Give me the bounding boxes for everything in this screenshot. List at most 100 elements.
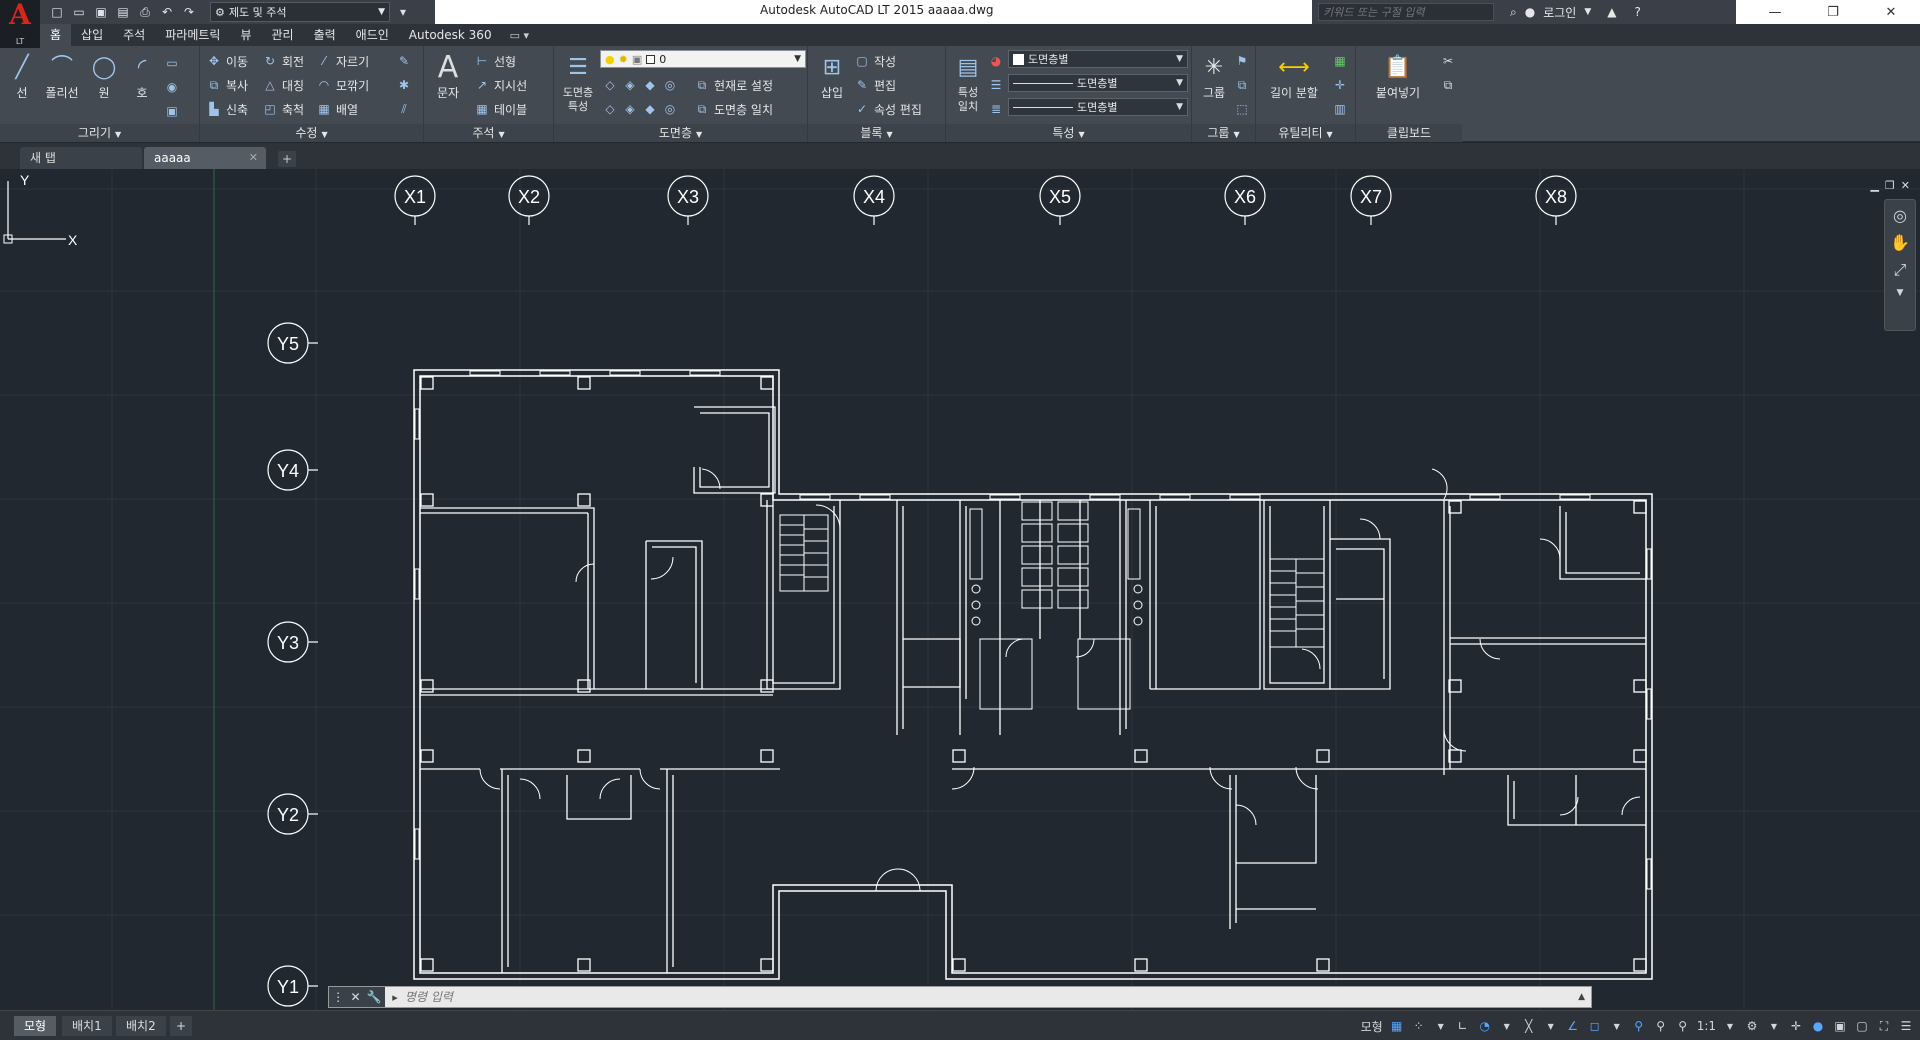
ungroup-icon[interactable]: ⚑: [1234, 50, 1250, 72]
tab-output[interactable]: 출력: [304, 24, 346, 46]
chevron-down-icon[interactable]: ▼: [1499, 1016, 1515, 1036]
layout-tab-layout1[interactable]: 배치1: [62, 1016, 112, 1036]
tab-addins[interactable]: 애드인: [346, 24, 399, 46]
workspace-dropdown[interactable]: ⚙ 제도 및 주석 ▼: [210, 2, 390, 22]
tab-view[interactable]: 뷰: [230, 24, 261, 46]
layout-tab-model[interactable]: 모형: [14, 1016, 57, 1036]
object-snap-tracking-icon[interactable]: ∠: [1565, 1016, 1581, 1036]
pan-icon[interactable]: ✋: [1890, 233, 1910, 252]
mirror-button[interactable]: △ 대칭: [262, 74, 304, 96]
calculator-icon[interactable]: ▥: [1332, 98, 1348, 120]
chevron-down-icon[interactable]: ▼: [1584, 7, 1591, 17]
edit-attribute-button[interactable]: ✓ 속성 편집: [854, 98, 922, 120]
layer-dropdown[interactable]: ● ✹ ▣ 0 ▼: [600, 50, 806, 68]
wrench-icon[interactable]: 🔧: [367, 990, 382, 1004]
layer-properties-button[interactable]: ☰ 도면층 특성: [556, 50, 600, 114]
erase-icon[interactable]: ✎: [396, 50, 412, 72]
fullscreen-icon[interactable]: ⛶: [1876, 1016, 1892, 1036]
match-properties-button[interactable]: ▤ 특성 일치: [948, 50, 988, 114]
chevron-down-icon[interactable]: ▼: [1897, 288, 1904, 298]
tab-annotate[interactable]: 주석: [113, 24, 155, 46]
layer-tools-row2[interactable]: ◇ ◈ ◆ ◎: [602, 98, 678, 120]
match-layer-button[interactable]: ⧉ 도면층 일치: [694, 98, 773, 120]
table-button[interactable]: ▦ 테이블: [474, 98, 527, 120]
ortho-icon[interactable]: ∟: [1455, 1016, 1471, 1036]
application-menu-button[interactable]: A LT: [0, 0, 40, 48]
command-input[interactable]: [405, 988, 1573, 1006]
tab-home[interactable]: 홈: [40, 24, 72, 46]
print-icon[interactable]: ⎙: [136, 3, 154, 21]
group-edit-icon[interactable]: ⧉: [1234, 74, 1250, 96]
panel-title-groups[interactable]: 그룹 ▼: [1192, 124, 1255, 142]
chevron-down-icon[interactable]: ▼: [1766, 1016, 1782, 1036]
array-button[interactable]: ▦ 배열: [316, 98, 358, 120]
add-layout-button[interactable]: +: [170, 1016, 193, 1036]
chevron-up-icon[interactable]: ▲: [1572, 992, 1591, 1002]
workspace-gear-icon[interactable]: ⚙: [1744, 1016, 1760, 1036]
isolate-objects-icon[interactable]: ●: [1810, 1016, 1826, 1036]
panel-title-block[interactable]: 블록 ▼: [808, 124, 945, 142]
text-button[interactable]: A 문자: [428, 50, 468, 101]
qat-customize-icon[interactable]: ▾: [394, 3, 412, 21]
viewport-minimize-icon[interactable]: ▁: [1870, 179, 1878, 192]
close-icon[interactable]: ✕: [249, 147, 258, 169]
command-prompt-icon[interactable]: ▸: [385, 991, 405, 1004]
binoculars-icon[interactable]: ⌕: [1510, 5, 1517, 20]
save-icon[interactable]: ▣: [92, 3, 110, 21]
login-button[interactable]: 로그인: [1543, 4, 1576, 21]
linear-dimension-button[interactable]: ⊢ 선형: [474, 50, 516, 72]
group-select-icon[interactable]: ⬚: [1234, 98, 1250, 120]
rotate-button[interactable]: ↻ 회전: [262, 50, 304, 72]
help-icon[interactable]: ?: [1635, 5, 1641, 19]
close-icon[interactable]: ✕: [1862, 0, 1920, 24]
arc-button[interactable]: ◜ 호: [122, 50, 162, 101]
file-tab-aaaaa[interactable]: aaaaa ✕: [144, 147, 266, 169]
color-dropdown[interactable]: 도면층별 ▼: [1008, 50, 1188, 68]
annotation-monitor-icon[interactable]: ✛: [1788, 1016, 1804, 1036]
tab-insert[interactable]: 삽입: [71, 24, 113, 46]
paste-button[interactable]: 📋 붙여넣기: [1370, 50, 1426, 101]
viewport-restore-icon[interactable]: ❐: [1885, 179, 1895, 192]
leader-button[interactable]: ↗ 지시선: [474, 74, 527, 96]
panel-title-draw[interactable]: 그리기 ▼: [0, 124, 199, 142]
close-icon[interactable]: ✕: [350, 990, 360, 1004]
layer-tools-row1[interactable]: ◇ ◈ ◆ ◎: [602, 74, 678, 96]
offset-icon[interactable]: ⫽: [396, 98, 412, 120]
file-tab-new[interactable]: 새 탭: [20, 147, 142, 169]
chevron-down-icon[interactable]: ▼: [1609, 1016, 1625, 1036]
layout-tab-layout2[interactable]: 배치2: [116, 1016, 166, 1036]
fillet-button[interactable]: ◠ 모깎기: [316, 74, 369, 96]
minimize-icon[interactable]: —: [1746, 0, 1804, 24]
grid-icon[interactable]: ▦: [1389, 1016, 1405, 1036]
cut-icon[interactable]: ✂: [1440, 50, 1456, 72]
ribbon-options-icon[interactable]: ▭ ▾: [502, 29, 537, 42]
tab-manage[interactable]: 관리: [261, 24, 303, 46]
copy-clip-icon[interactable]: ⧉: [1440, 74, 1456, 96]
chevron-down-icon[interactable]: ▼: [1722, 1016, 1738, 1036]
panel-title-properties[interactable]: 특성 ▼: [946, 124, 1191, 142]
customize-menu-icon[interactable]: ☰: [1898, 1016, 1914, 1036]
trim-button[interactable]: ⁄ 자르기: [316, 50, 369, 72]
copy-button[interactable]: ⧉ 복사: [206, 74, 248, 96]
chevron-down-icon[interactable]: ▼: [1543, 1016, 1559, 1036]
insert-block-button[interactable]: ⊞ 삽입: [812, 50, 852, 101]
open-file-icon[interactable]: ▭: [70, 3, 88, 21]
group-button[interactable]: ✳ 그룹: [1194, 50, 1234, 101]
lineweight-dropdown[interactable]: 도면층별 ▼: [1008, 98, 1188, 116]
auto-scale-icon[interactable]: ⚲: [1653, 1016, 1669, 1036]
annotation-scale-icon[interactable]: ⚲: [1675, 1016, 1691, 1036]
explode-icon[interactable]: ✱: [396, 74, 412, 96]
new-file-icon[interactable]: □: [48, 3, 66, 21]
tab-parametric[interactable]: 파라메트릭: [155, 24, 230, 46]
object-snap-icon[interactable]: ◻: [1587, 1016, 1603, 1036]
id-point-icon[interactable]: ✛: [1332, 74, 1348, 96]
panel-title-annotation[interactable]: 주석 ▼: [424, 124, 553, 142]
scale-button[interactable]: ◰ 축척: [262, 98, 304, 120]
viewport-close-icon[interactable]: ✕: [1901, 179, 1910, 192]
search-input[interactable]: [1318, 3, 1494, 21]
tab-autodesk-360[interactable]: Autodesk 360: [399, 24, 502, 46]
hatch-icon[interactable]: ◉: [164, 76, 180, 98]
move-button[interactable]: ✥ 이동: [206, 50, 248, 72]
annotation-visibility-icon[interactable]: ⚲: [1631, 1016, 1647, 1036]
model-space-button[interactable]: 모형: [1361, 1016, 1383, 1036]
